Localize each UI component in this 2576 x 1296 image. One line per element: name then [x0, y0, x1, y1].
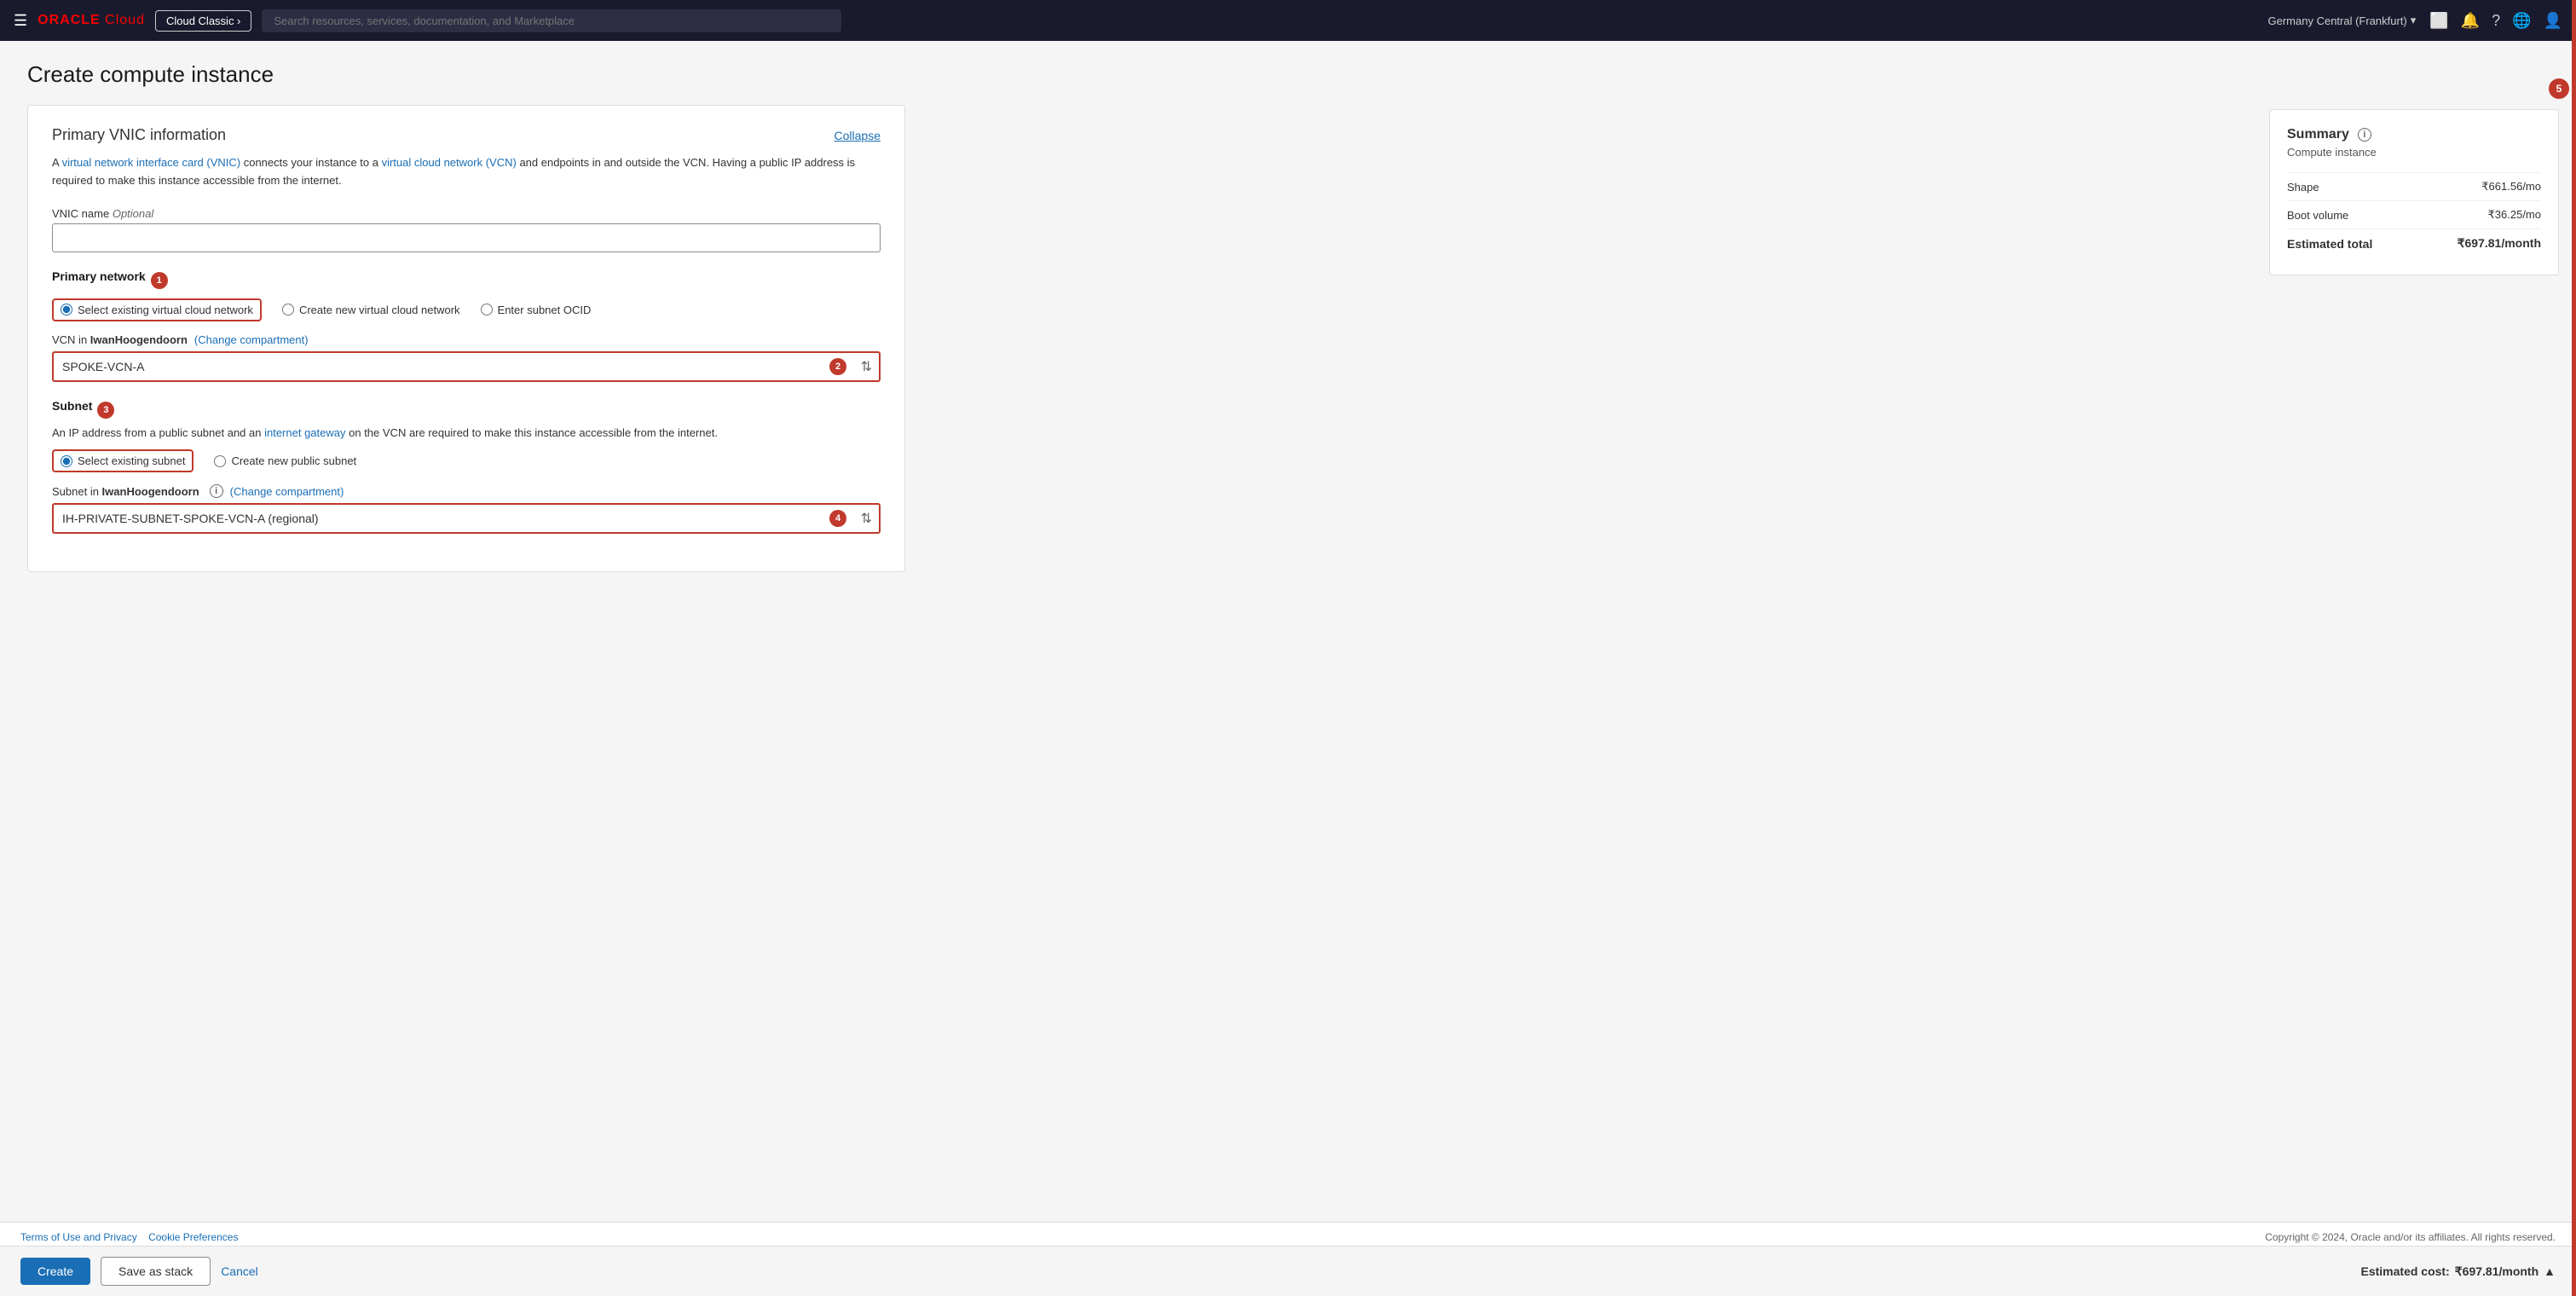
summary-panel: Summary i Compute instance Shape ₹661.56…	[2269, 109, 2559, 275]
subnet-change-compartment-link[interactable]: (Change compartment)	[230, 485, 344, 498]
oracle-logo-text: ORACLE Cloud	[38, 13, 145, 28]
cloud-classic-button[interactable]: Cloud Classic ›	[155, 10, 251, 32]
summary-boot-volume-price: ₹36.25/mo	[2488, 208, 2541, 222]
summary-boot-volume-label: Boot volume	[2287, 209, 2348, 222]
optional-label: Optional	[113, 207, 153, 220]
radio-select-existing-subnet[interactable]: Select existing subnet	[52, 449, 193, 472]
subnet-select-wrapper: IH-PRIVATE-SUBNET-SPOKE-VCN-A (regional)…	[52, 503, 881, 534]
subnet-info-icon[interactable]: i	[210, 484, 223, 498]
vnic-name-input[interactable]	[52, 223, 881, 252]
hamburger-menu[interactable]: ☰	[14, 12, 27, 30]
card-title: Primary VNIC information	[52, 126, 226, 144]
page-content: Create compute instance Primary VNIC inf…	[0, 41, 2252, 610]
subnet-compartment-label: Subnet in IwanHoogendoorn	[52, 485, 199, 498]
step4-badge: 4	[829, 510, 846, 527]
estimated-cost-label: Estimated cost:	[2361, 1264, 2450, 1278]
main-content-row: Create compute instance Primary VNIC inf…	[0, 41, 2576, 610]
radio-create-new-subnet-label: Create new public subnet	[231, 454, 356, 467]
radio-enter-subnet-ocid-input[interactable]	[481, 304, 493, 315]
subnet-description: An IP address from a public subnet and a…	[52, 425, 881, 442]
radio-select-existing-subnet-label: Select existing subnet	[78, 454, 185, 467]
radio-create-new-subnet[interactable]: Create new public subnet	[214, 454, 356, 467]
step3-badge: 3	[97, 402, 114, 419]
primary-network-section: Primary network 1 Select existing virtua…	[52, 269, 881, 382]
nav-right: Germany Central (Frankfurt) ▾ ⬜ 🔔 ? 🌐 👤	[2268, 12, 2563, 30]
primary-network-label: Primary network	[52, 269, 146, 283]
card-description: A virtual network interface card (VNIC) …	[52, 154, 881, 190]
radio-enter-subnet-ocid[interactable]: Enter subnet OCID	[481, 304, 592, 316]
cookie-preferences-link[interactable]: Cookie Preferences	[148, 1231, 238, 1243]
oracle-logo: ORACLE Cloud	[38, 13, 145, 28]
subnet-section: Subnet 3 An IP address from a public sub…	[52, 399, 881, 535]
summary-shape-price: ₹661.56/mo	[2481, 180, 2541, 194]
footer-copyright: Copyright © 2024, Oracle and/or its affi…	[2265, 1231, 2556, 1243]
vnic-name-label: VNIC name Optional	[52, 207, 881, 220]
primary-network-radio-group: Select existing virtual cloud network Cr…	[52, 298, 881, 321]
vcn-change-compartment-link[interactable]: (Change compartment)	[194, 333, 309, 346]
vcn-select-wrapper: SPOKE-VCN-A ⇅ 2	[52, 351, 881, 382]
subnet-radio-group: Select existing subnet Create new public…	[52, 449, 881, 472]
subnet-compartment-name: IwanHoogendoorn	[102, 485, 199, 498]
page-title: Create compute instance	[27, 61, 2225, 88]
card-header: Primary VNIC information Collapse	[52, 126, 881, 144]
radio-create-new-subnet-input[interactable]	[214, 455, 226, 467]
estimated-cost-value: ₹697.81/month	[2455, 1264, 2538, 1279]
radio-select-existing-subnet-input[interactable]	[61, 455, 72, 467]
vnic-link[interactable]: virtual network interface card (VNIC)	[62, 156, 241, 169]
top-navigation: ☰ ORACLE Cloud Cloud Classic › Germany C…	[0, 0, 2576, 41]
collapse-link[interactable]: Collapse	[835, 129, 881, 142]
radio-select-existing-vcn-label: Select existing virtual cloud network	[78, 304, 253, 316]
radio-create-new-vcn-label: Create new virtual cloud network	[299, 304, 460, 316]
summary-total-price: ₹697.81/month	[2458, 236, 2541, 251]
summary-info-icon[interactable]: i	[2358, 128, 2371, 142]
notification-icon[interactable]: 🔔	[2461, 12, 2480, 30]
help-icon[interactable]: ?	[2492, 12, 2500, 30]
internet-gateway-link[interactable]: internet gateway	[264, 426, 345, 439]
search-input[interactable]	[262, 9, 841, 32]
radio-create-new-vcn[interactable]: Create new virtual cloud network	[282, 304, 460, 316]
vcn-compartment-row: VCN in IwanHoogendoorn (Change compartme…	[52, 333, 881, 346]
nav-icons: ⬜ 🔔 ? 🌐 👤	[2429, 12, 2562, 30]
radio-create-new-vcn-input[interactable]	[282, 304, 294, 315]
radio-enter-subnet-ocid-label: Enter subnet OCID	[498, 304, 592, 316]
summary-total-row: Estimated total ₹697.81/month	[2287, 229, 2541, 257]
step1-badge: 1	[151, 272, 168, 289]
vcn-compartment-label: VCN in IwanHoogendoorn	[52, 333, 188, 346]
step2-badge: 2	[829, 358, 846, 375]
subnet-compartment-row: Subnet in IwanHoogendoorn i (Change comp…	[52, 484, 881, 498]
vcn-link[interactable]: virtual cloud network (VCN)	[382, 156, 517, 169]
region-chevron: ▾	[2411, 14, 2417, 27]
terms-link[interactable]: Terms of Use and Privacy	[20, 1231, 137, 1243]
chevron-up-icon[interactable]: ▲	[2544, 1264, 2556, 1278]
vcn-select[interactable]: SPOKE-VCN-A	[52, 351, 881, 382]
radio-select-existing-vcn[interactable]: Select existing virtual cloud network	[52, 298, 262, 321]
vcn-compartment-name: IwanHoogendoorn	[90, 333, 188, 346]
region-selector[interactable]: Germany Central (Frankfurt) ▾	[2268, 14, 2417, 27]
bottom-bar: Create Save as stack Cancel Estimated co…	[0, 1246, 2576, 1296]
summary-shape-label: Shape	[2287, 181, 2319, 194]
footer-left: Terms of Use and Privacy Cookie Preferen…	[20, 1231, 238, 1243]
summary-subtitle: Compute instance	[2287, 146, 2541, 159]
summary-shape-row: Shape ₹661.56/mo	[2287, 172, 2541, 200]
primary-vnic-card: Primary VNIC information Collapse A virt…	[27, 105, 905, 572]
red-border-right	[2572, 0, 2576, 1296]
vnic-name-section: VNIC name Optional	[52, 207, 881, 252]
cancel-link[interactable]: Cancel	[221, 1264, 258, 1278]
summary-boot-volume-row: Boot volume ₹36.25/mo	[2287, 200, 2541, 229]
summary-title: Summary	[2287, 127, 2349, 142]
subnet-select[interactable]: IH-PRIVATE-SUBNET-SPOKE-VCN-A (regional)	[52, 503, 881, 534]
save-as-stack-button[interactable]: Save as stack	[101, 1257, 211, 1286]
region-label: Germany Central (Frankfurt)	[2268, 14, 2407, 27]
summary-header: Summary i	[2287, 127, 2541, 142]
step5-badge: 5	[2549, 78, 2569, 99]
language-icon[interactable]: 🌐	[2512, 12, 2531, 30]
radio-select-existing-vcn-input[interactable]	[61, 304, 72, 315]
create-button[interactable]: Create	[20, 1258, 90, 1285]
subnet-label: Subnet	[52, 399, 92, 413]
summary-total-label: Estimated total	[2287, 237, 2372, 251]
profile-icon[interactable]: 👤	[2544, 12, 2562, 30]
cloud-shell-icon[interactable]: ⬜	[2429, 12, 2448, 30]
estimated-cost-display: Estimated cost: ₹697.81/month ▲	[2361, 1264, 2556, 1279]
